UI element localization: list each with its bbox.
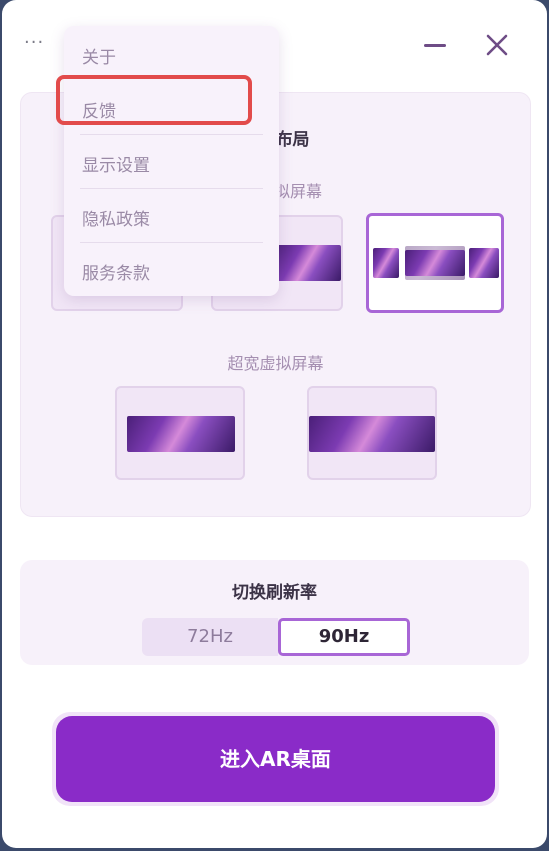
screen-preview-image [127, 416, 235, 452]
close-button[interactable] [482, 30, 512, 60]
refresh-72hz-option[interactable]: 72Hz [142, 618, 278, 656]
menu-item-terms-of-service[interactable]: 服务条款 [64, 244, 279, 298]
refresh-rate-panel: 切换刷新率 72Hz 90Hz [20, 560, 529, 665]
more-icon: ··· [24, 32, 45, 53]
more-menu-button[interactable]: ··· [24, 30, 56, 56]
layout-option-triple[interactable] [366, 213, 504, 313]
menu-item-privacy-policy[interactable]: 隐私政策 [64, 190, 279, 244]
refresh-90hz-option[interactable]: 90Hz [278, 618, 410, 656]
menu-divider [80, 134, 263, 135]
menu-item-display-settings[interactable]: 显示设置 [64, 136, 279, 190]
ultrawide-option-2[interactable] [307, 386, 437, 480]
minimize-icon [424, 44, 446, 47]
ultrawide-screen-subtitle: 超宽虚拟屏幕 [227, 354, 324, 373]
screen-preview-image [469, 248, 499, 278]
refresh-rate-title: 切换刷新率 [232, 583, 317, 603]
menu-item-about[interactable]: 关于 [64, 28, 279, 82]
feedback-highlight-box [56, 75, 252, 125]
menu-item-label: 显示设置 [82, 156, 150, 176]
menu-item-label: 隐私政策 [82, 210, 150, 230]
screen-preview-image [309, 416, 435, 452]
dropdown-menu: 关于 反馈 显示设置 隐私政策 服务条款 [64, 26, 279, 296]
close-icon [486, 34, 508, 56]
menu-divider [80, 242, 263, 243]
screen-preview-image [405, 250, 465, 276]
menu-item-label: 关于 [82, 48, 116, 68]
app-window: ··· 屏幕布局 拟屏幕 超宽虚拟屏幕 [2, 0, 547, 848]
ultrawide-option-1[interactable] [115, 386, 245, 480]
enter-ar-desktop-button[interactable]: 进入AR桌面 [56, 716, 495, 802]
screen-preview-image [373, 248, 399, 278]
enter-ar-button-frame: 进入AR桌面 [52, 712, 499, 806]
minimize-button[interactable] [422, 34, 448, 56]
menu-divider [80, 188, 263, 189]
screen-preview-image [277, 245, 341, 281]
menu-item-label: 服务条款 [82, 264, 150, 284]
